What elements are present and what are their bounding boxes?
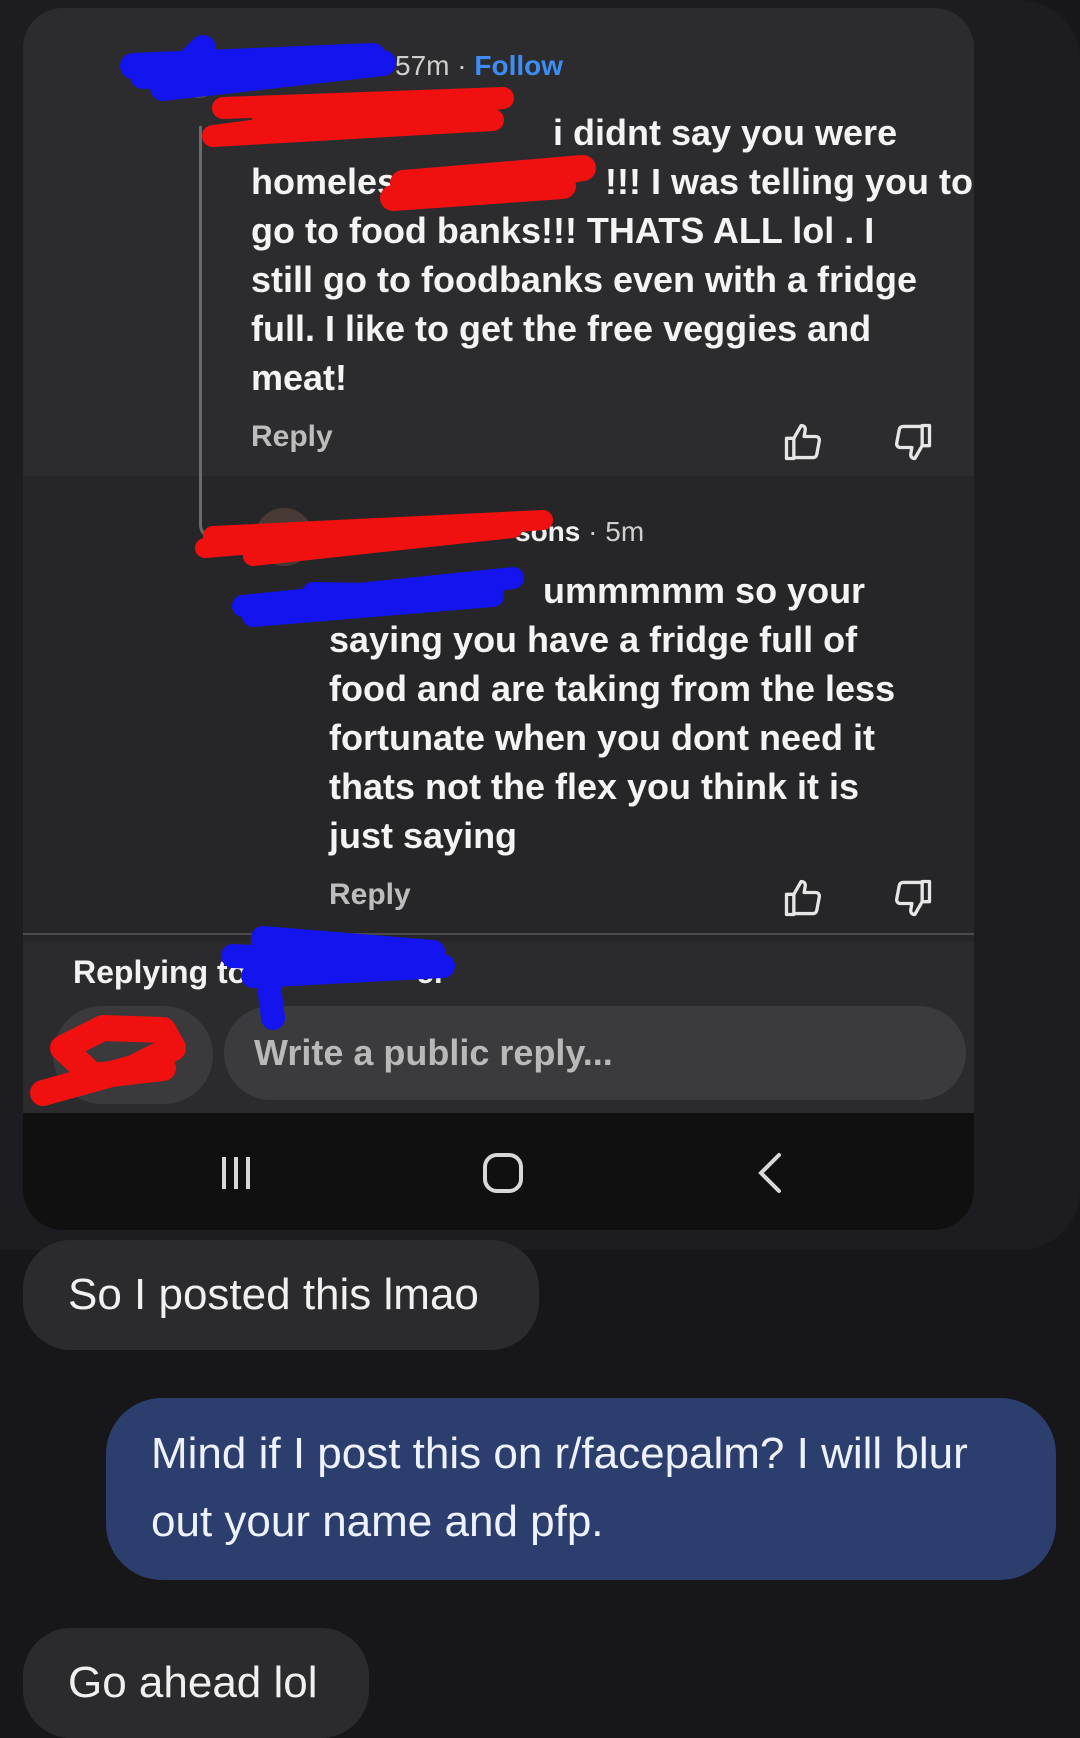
replying-to-label: Replying to (73, 954, 248, 990)
comment-meta: sons · 5m (515, 516, 645, 547)
comment-text-line: full. I like to get the free veggies and (251, 308, 872, 349)
comment-text-line: !!! I was telling you to (605, 161, 973, 202)
comment-text-line: thats not the flex you think it is (329, 766, 860, 807)
back-icon[interactable] (741, 1143, 801, 1203)
reply-button[interactable]: Reply (329, 878, 411, 912)
thumbs-down-icon[interactable] (891, 420, 935, 464)
message-text: Go ahead lol (68, 1658, 318, 1707)
avatar[interactable] (255, 508, 313, 566)
comment-text-line: just saying (329, 815, 518, 856)
my-avatar (53, 1006, 213, 1104)
comment-text-line: food and are taking from the less (329, 668, 896, 709)
comment-text-line: fortunate when you dont need it (329, 717, 875, 758)
thumbs-up-icon[interactable] (781, 420, 825, 464)
thumbs-up-icon[interactable] (781, 876, 825, 920)
comment-text-line: ummmmm so your (543, 570, 866, 611)
reply-button[interactable]: Reply (251, 420, 333, 454)
thread-connector-line (199, 126, 242, 539)
shared-screenshot: 57m · Follow i didnt say you were homele… (23, 8, 974, 1230)
replying-to-bar: Replying to el (73, 954, 443, 991)
comment-text-line: still go to foodbanks even with a fridge (251, 259, 918, 300)
divider (23, 933, 974, 935)
reply-input-placeholder: Write a public reply... (254, 1032, 613, 1073)
follow-button[interactable]: Follow (474, 50, 563, 81)
reply-input[interactable]: Write a public reply... (224, 1006, 966, 1100)
comment-text-line: meat! (251, 357, 348, 398)
avatar[interactable] (173, 48, 223, 98)
message-bubble-incoming[interactable]: Go ahead lol (23, 1628, 369, 1738)
cancel-button[interactable]: el (416, 954, 443, 990)
comment-author[interactable]: sons (515, 516, 580, 547)
comment-text-line: saying you have a fridge full of (329, 619, 858, 660)
thumbs-down-icon[interactable] (891, 876, 935, 920)
message-text: Mind if I post this on r/facepalm? I wil… (151, 1429, 968, 1478)
android-nav-bar (23, 1113, 974, 1230)
recent-apps-icon[interactable] (206, 1143, 266, 1203)
message-text: out your name and pfp. (151, 1497, 604, 1546)
comment-text-line: go to food banks!!! THATS ALL lol . I (251, 210, 875, 251)
message-text: So I posted this lmao (68, 1270, 479, 1319)
home-icon[interactable] (473, 1143, 533, 1203)
comment-time: 5m (605, 516, 645, 547)
message-bubble-outgoing[interactable]: Mind if I post this on r/facepalm? I wil… (106, 1398, 1056, 1580)
comment-text-line: homeless (251, 161, 418, 202)
comment-text-line: i didnt say you were (553, 112, 898, 153)
comment-meta: 57m · Follow (395, 50, 564, 81)
comment-time: 57m (395, 50, 450, 81)
message-bubble-incoming[interactable]: So I posted this lmao (23, 1240, 539, 1350)
